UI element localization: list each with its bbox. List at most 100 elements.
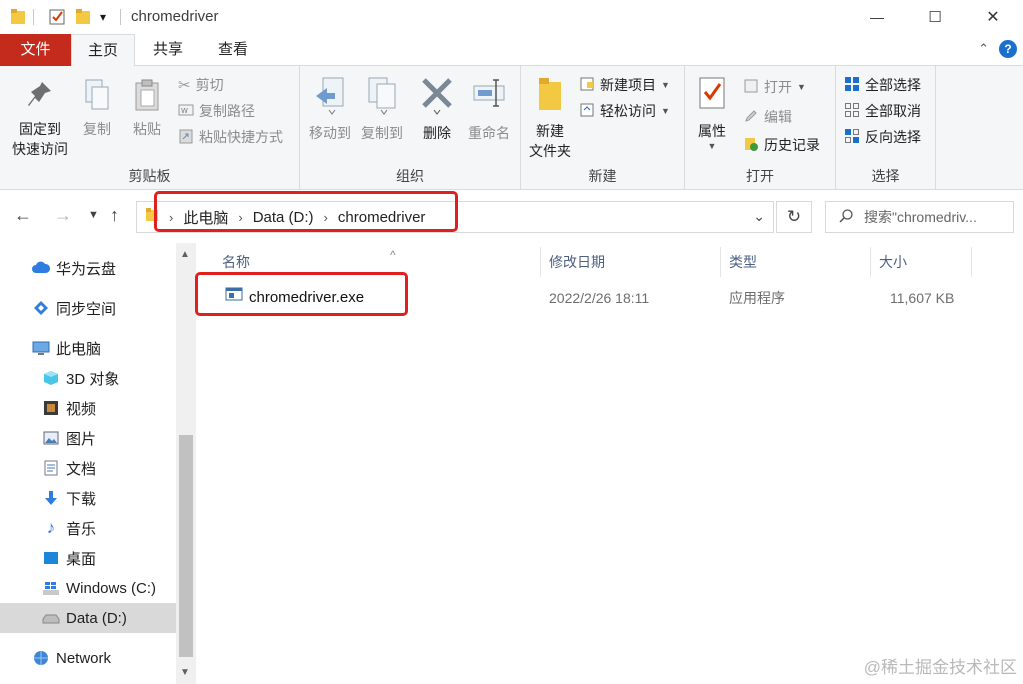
windows-drive-icon	[42, 579, 60, 597]
sidebar-item-3d-objects[interactable]: 3D 对象	[0, 363, 176, 393]
caret-down-icon: ▼	[661, 106, 670, 116]
column-header-type[interactable]: 类型	[721, 247, 871, 277]
properties-quick-icon[interactable]	[48, 8, 66, 26]
sync-space-icon	[32, 299, 50, 317]
search-box[interactable]: 搜索"chromedriv...	[825, 201, 1014, 233]
network-icon	[32, 649, 50, 667]
back-arrow-icon[interactable]: ←	[14, 205, 32, 226]
help-icon[interactable]: ?	[999, 40, 1017, 58]
paste-button[interactable]: 粘贴	[126, 78, 168, 139]
sidebar-item-label: 3D 对象	[66, 370, 120, 388]
copy-path-label: 复制路径	[199, 103, 255, 119]
sidebar-item-label: Network	[56, 649, 112, 667]
tab-share[interactable]: 共享	[137, 34, 199, 66]
recent-locations-chevron-icon[interactable]: ▼	[88, 209, 99, 221]
sidebar-item-data-d[interactable]: Data (D:)	[0, 603, 176, 633]
clipboard-group-label: 剪贴板	[128, 168, 171, 184]
delete-button[interactable]: 删除	[414, 76, 460, 143]
computer-icon	[32, 339, 50, 357]
new-folder-label-1: 新建	[536, 123, 564, 139]
select-none-label: 全部取消	[865, 103, 921, 119]
history-button[interactable]: 历史记录	[743, 134, 820, 156]
organize-group: 移动到 复制到 删除 重命名 组织	[300, 66, 521, 190]
file-modified-date: 2022/2/26 18:11	[549, 290, 650, 306]
collapse-ribbon-icon[interactable]: ⌃	[978, 41, 989, 57]
properties-button[interactable]: 属性 ▼	[689, 76, 735, 151]
copy-path-button[interactable]: W 复制路径	[178, 100, 255, 122]
paste-shortcut-button[interactable]: 粘贴快捷方式	[178, 126, 283, 148]
highlight-box-file	[195, 272, 408, 316]
new-group: 新建 文件夹 新建项目 ▼ 轻松访问 ▼ 新建	[521, 66, 685, 190]
tab-file[interactable]: 文件	[0, 34, 71, 66]
sidebar-scrollbar[interactable]: ▲ ▼	[176, 243, 196, 684]
sidebar-item-windows-c[interactable]: Windows (C:)	[0, 573, 176, 603]
new-item-button[interactable]: 新建项目 ▼	[579, 74, 670, 96]
sidebar-item-pictures[interactable]: 图片	[0, 423, 176, 453]
sidebar-item-this-pc[interactable]: 此电脑	[0, 333, 176, 363]
sidebar-item-label: 下载	[66, 490, 97, 508]
clipboard-group: 固定到 快速访问 复制 粘贴 ✂ 剪切 W 复制路径 粘贴快捷方式 剪贴板	[0, 66, 300, 190]
close-button[interactable]: ✕	[964, 0, 1022, 34]
new-folder-button[interactable]: 新建 文件夹	[525, 76, 575, 161]
sidebar-item-network[interactable]: Network	[0, 643, 176, 673]
caret-down-icon: ▼	[707, 141, 717, 151]
svg-text:W: W	[181, 107, 188, 115]
sidebar-item-label: 文档	[66, 460, 97, 478]
watermark: @稀土掘金技术社区	[863, 658, 1017, 677]
move-to-button[interactable]: 移动到	[304, 76, 356, 143]
address-dropdown-chevron-icon[interactable]: ⌄	[753, 208, 765, 225]
sidebar-item-music[interactable]: ♪ 音乐	[0, 513, 176, 543]
sidebar-item-sync-space[interactable]: 同步空间	[0, 293, 176, 323]
maximize-button[interactable]: ☐	[906, 0, 964, 34]
search-placeholder: 搜索"chromedriv...	[864, 209, 977, 225]
sort-ascending-icon: ^	[390, 248, 396, 262]
new-folder-icon	[525, 76, 575, 119]
history-label: 历史记录	[764, 137, 820, 153]
sidebar-item-desktop[interactable]: 桌面	[0, 543, 176, 573]
documents-icon	[42, 459, 60, 477]
copy-to-button[interactable]: 复制到	[356, 76, 408, 143]
invert-selection-button[interactable]: 反向选择	[844, 126, 921, 148]
select-all-button[interactable]: 全部选择	[844, 74, 921, 96]
properties-label: 属性	[698, 123, 726, 139]
sidebar-item-label: 同步空间	[56, 300, 117, 318]
select-none-button[interactable]: 全部取消	[844, 100, 921, 122]
easy-access-button[interactable]: 轻松访问 ▼	[579, 100, 670, 122]
sidebar-item-label: Data (D:)	[66, 609, 127, 627]
up-arrow-icon[interactable]: ↑	[110, 205, 119, 226]
sidebar-item-label: 音乐	[66, 520, 97, 538]
tab-view[interactable]: 查看	[201, 34, 265, 66]
column-header-size[interactable]: 大小	[871, 247, 972, 277]
column-header-modified[interactable]: 修改日期	[541, 247, 721, 277]
column-header-label: 名称	[222, 254, 250, 270]
minimize-button[interactable]: —	[848, 0, 906, 34]
open-group: 属性 ▼ 打开 ▼ 编辑 历史记录 打开	[685, 66, 836, 190]
scroll-down-arrow-icon[interactable]: ▼	[180, 667, 190, 678]
delete-x-icon	[414, 76, 460, 121]
cut-button[interactable]: ✂ 剪切	[178, 74, 224, 96]
title-bar: ▾ chromedriver — ☐ ✕	[0, 0, 1023, 34]
pin-quick-access-button[interactable]: 固定到 快速访问	[6, 78, 74, 159]
sidebar-item-documents[interactable]: 文档	[0, 453, 176, 483]
quick-access-dropdown-icon[interactable]: ▾	[100, 10, 106, 28]
move-to-label: 移动到	[309, 125, 351, 141]
sidebar-item-videos[interactable]: 视频	[0, 393, 176, 423]
refresh-button[interactable]: ↻	[776, 201, 812, 233]
scroll-up-arrow-icon[interactable]: ▲	[180, 249, 190, 260]
copy-path-icon: W	[178, 103, 194, 120]
pin-icon	[6, 78, 74, 117]
sidebar-item-downloads[interactable]: 下载	[0, 483, 176, 513]
divider	[120, 9, 121, 25]
open-button[interactable]: 打开 ▼	[743, 76, 806, 98]
new-folder-quick-icon[interactable]	[75, 8, 91, 26]
scrollbar-thumb[interactable]	[179, 435, 193, 657]
select-all-icon	[844, 76, 860, 95]
edit-button[interactable]: 编辑	[743, 106, 792, 128]
forward-arrow-icon[interactable]: →	[54, 205, 72, 226]
move-to-icon	[304, 76, 356, 121]
tab-home[interactable]: 主页	[71, 34, 135, 67]
rename-button[interactable]: 重命名	[462, 76, 516, 143]
paste-shortcut-icon	[178, 128, 194, 147]
copy-button[interactable]: 复制	[76, 78, 118, 139]
sidebar-item-huawei-cloud[interactable]: 华为云盘	[0, 253, 176, 283]
